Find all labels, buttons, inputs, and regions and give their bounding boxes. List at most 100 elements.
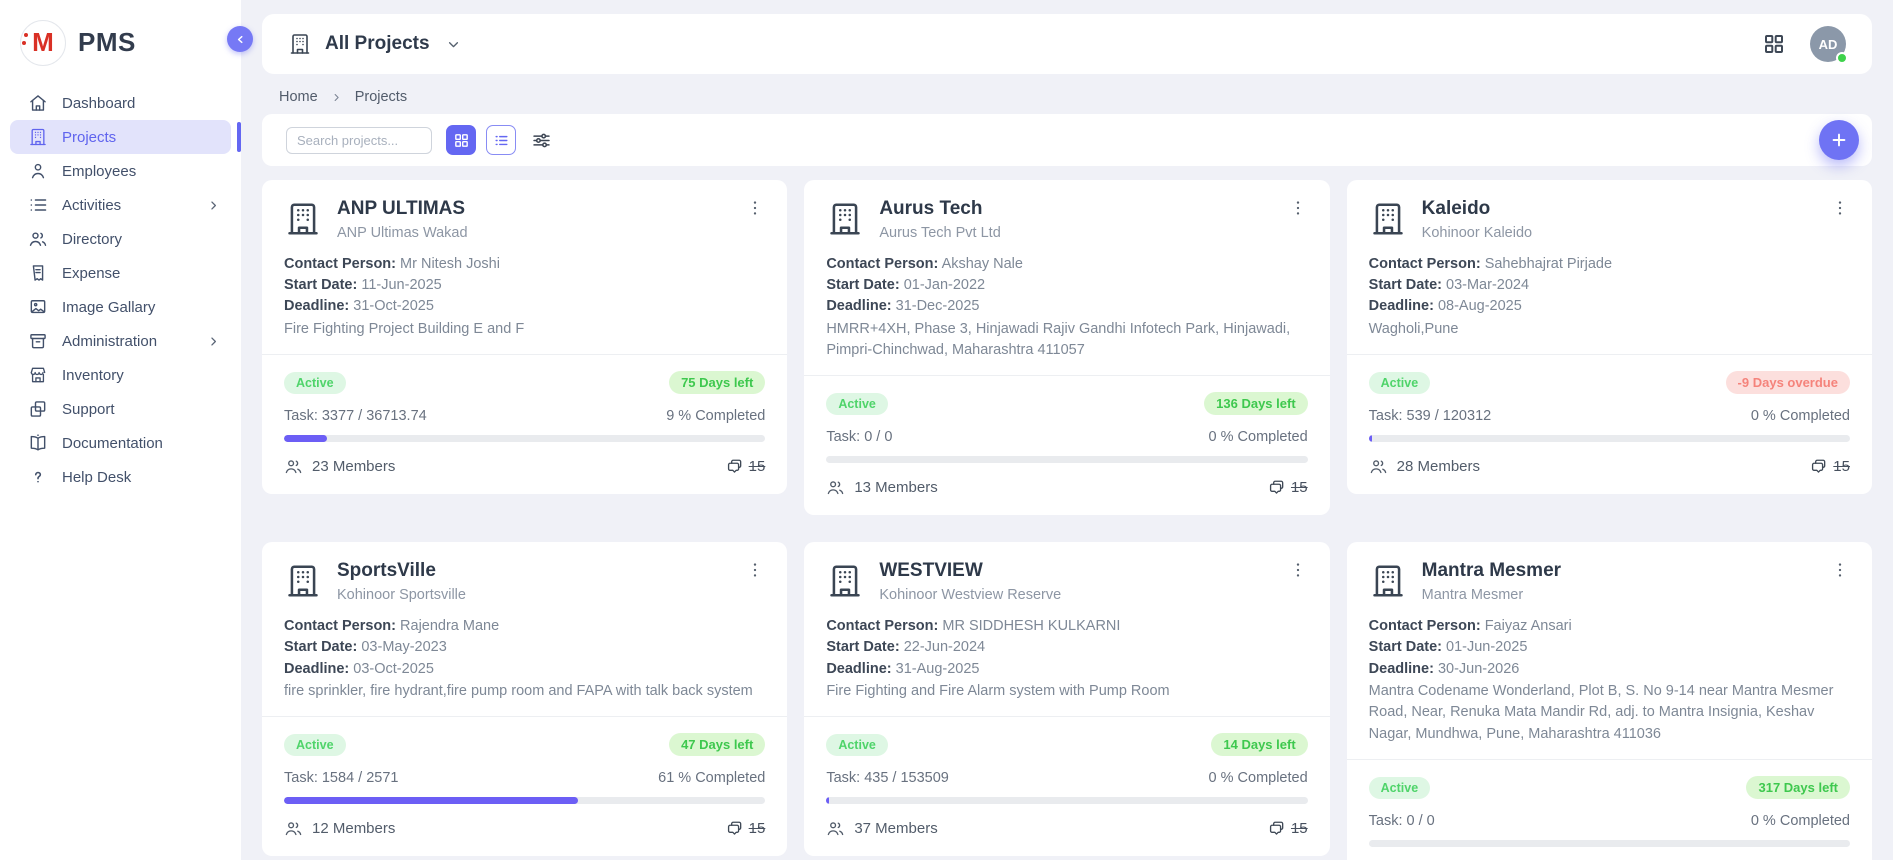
users-icon xyxy=(28,229,48,249)
deadline-label: Deadline: xyxy=(826,298,891,314)
messages-count[interactable]: 15 xyxy=(1266,477,1308,497)
breadcrumb: Home Projects xyxy=(279,89,1872,105)
receipt-icon xyxy=(28,263,48,283)
building-icon xyxy=(28,127,48,147)
kebab-icon xyxy=(1288,560,1308,580)
sidebar-collapse-button[interactable] xyxy=(227,26,253,52)
card-menu-button[interactable] xyxy=(1830,198,1850,218)
kebab-icon xyxy=(745,198,765,218)
messages-count[interactable]: 15 xyxy=(1808,456,1850,476)
chat-icon xyxy=(1266,818,1286,838)
chevron-right-icon xyxy=(206,198,221,213)
start-date-label: Start Date: xyxy=(826,277,899,293)
project-card[interactable]: Mantra Mesmer Mantra Mesmer Contact Pers… xyxy=(1347,542,1872,860)
deadline-value: 30-Jun-2026 xyxy=(1438,661,1519,677)
members-count: 28 Members xyxy=(1369,457,1480,476)
deadline-badge: -9 Days overdue xyxy=(1726,371,1850,394)
progress-fill xyxy=(1369,435,1372,442)
sidebar-item-directory[interactable]: Directory xyxy=(10,222,231,256)
user-avatar[interactable]: AD xyxy=(1810,26,1846,62)
building-icon xyxy=(288,32,312,56)
deadline-label: Deadline: xyxy=(1369,661,1434,677)
project-subtitle: ANP Ultimas Wakad xyxy=(337,225,745,241)
progress-bar xyxy=(826,456,1307,463)
grid-view-button[interactable] xyxy=(446,125,476,155)
members-count: 12 Members xyxy=(284,819,395,838)
completed-percent: 0 % Completed xyxy=(1751,408,1850,424)
apps-grid-button[interactable] xyxy=(1762,32,1786,56)
filter-button[interactable] xyxy=(526,125,556,155)
start-date-value: 03-Mar-2024 xyxy=(1446,277,1529,293)
project-card[interactable]: ANP ULTIMAS ANP Ultimas Wakad Contact Pe… xyxy=(262,180,787,494)
chevron-down-icon xyxy=(445,36,462,53)
sidebar-item-support[interactable]: Support xyxy=(10,392,231,426)
start-date-value: 01-Jan-2022 xyxy=(904,277,985,293)
card-menu-button[interactable] xyxy=(1288,560,1308,580)
progress-bar xyxy=(284,435,765,442)
card-menu-button[interactable] xyxy=(745,560,765,580)
project-details: Contact Person: MR SIDDHESH KULKARNI Sta… xyxy=(826,616,1307,702)
contact-person-label: Contact Person: xyxy=(1369,256,1481,272)
user-icon xyxy=(28,161,48,181)
project-description: Fire Fighting Project Building E and F xyxy=(284,319,765,340)
start-date-label: Start Date: xyxy=(284,277,357,293)
progress-bar xyxy=(284,797,765,804)
messages-count[interactable]: 15 xyxy=(724,818,766,838)
sidebar-item-projects[interactable]: Projects xyxy=(10,120,231,154)
sidebar-item-employees[interactable]: Employees xyxy=(10,154,231,188)
deadline-value: 08-Aug-2025 xyxy=(1438,298,1522,314)
project-subtitle: Mantra Mesmer xyxy=(1422,587,1830,603)
completed-percent: 9 % Completed xyxy=(666,408,765,424)
sidebar-item-inventory[interactable]: Inventory xyxy=(10,358,231,392)
projects-toolbar xyxy=(262,114,1872,166)
sliders-icon xyxy=(531,130,552,151)
project-card[interactable]: WESTVIEW Kohinoor Westview Reserve Conta… xyxy=(804,542,1329,856)
users-icon xyxy=(826,478,845,497)
project-title: Kaleido xyxy=(1422,198,1830,221)
list-view-button[interactable] xyxy=(486,125,516,155)
list-view-icon xyxy=(493,132,510,149)
deadline-label: Deadline: xyxy=(1369,298,1434,314)
search-input[interactable] xyxy=(286,127,432,154)
project-card[interactable]: SportsVille Kohinoor Sportsville Contact… xyxy=(262,542,787,856)
progress-fill xyxy=(284,435,327,442)
card-menu-button[interactable] xyxy=(745,198,765,218)
project-title: ANP ULTIMAS xyxy=(337,198,745,221)
building-icon xyxy=(284,200,322,238)
help-icon xyxy=(28,467,48,487)
list-icon xyxy=(28,195,48,215)
building-icon xyxy=(284,562,322,600)
sidebar-item-documentation[interactable]: Documentation xyxy=(10,426,231,460)
sidebar-item-activities[interactable]: Activities xyxy=(10,188,231,222)
chat-icon xyxy=(1808,456,1828,476)
breadcrumb-home[interactable]: Home xyxy=(279,89,318,105)
contact-person-value: Mr Nitesh Joshi xyxy=(400,256,500,272)
project-scope-selector[interactable]: All Projects xyxy=(288,32,462,56)
image-icon xyxy=(28,297,48,317)
sidebar-item-administration[interactable]: Administration xyxy=(10,324,231,358)
members-count: 23 Members xyxy=(284,457,395,476)
card-menu-button[interactable] xyxy=(1830,560,1850,580)
avatar-initials: AD xyxy=(1819,37,1838,52)
store-icon xyxy=(28,365,48,385)
sidebar-item-image-gallary[interactable]: Image Gallary xyxy=(10,290,231,324)
sidebar-item-dashboard[interactable]: Dashboard xyxy=(10,86,231,120)
messages-count[interactable]: 15 xyxy=(724,456,766,476)
sidebar-item-expense[interactable]: Expense xyxy=(10,256,231,290)
task-count: Task: 0 / 0 xyxy=(1369,813,1435,829)
project-card[interactable]: Kaleido Kohinoor Kaleido Contact Person:… xyxy=(1347,180,1872,494)
messages-count[interactable]: 15 xyxy=(1266,818,1308,838)
add-project-button[interactable] xyxy=(1819,120,1859,160)
contact-person-label: Contact Person: xyxy=(826,618,938,634)
contact-person-label: Contact Person: xyxy=(826,256,938,272)
project-card[interactable]: Aurus Tech Aurus Tech Pvt Ltd Contact Pe… xyxy=(804,180,1329,515)
start-date-value: 22-Jun-2024 xyxy=(904,639,985,655)
sidebar-item-help-desk[interactable]: Help Desk xyxy=(10,460,231,494)
progress-bar xyxy=(1369,840,1850,847)
building-icon xyxy=(826,200,864,238)
deadline-value: 03-Oct-2025 xyxy=(353,661,434,677)
users-icon xyxy=(826,819,845,838)
card-menu-button[interactable] xyxy=(1288,198,1308,218)
completed-percent: 61 % Completed xyxy=(658,770,765,786)
completed-percent: 0 % Completed xyxy=(1751,813,1850,829)
